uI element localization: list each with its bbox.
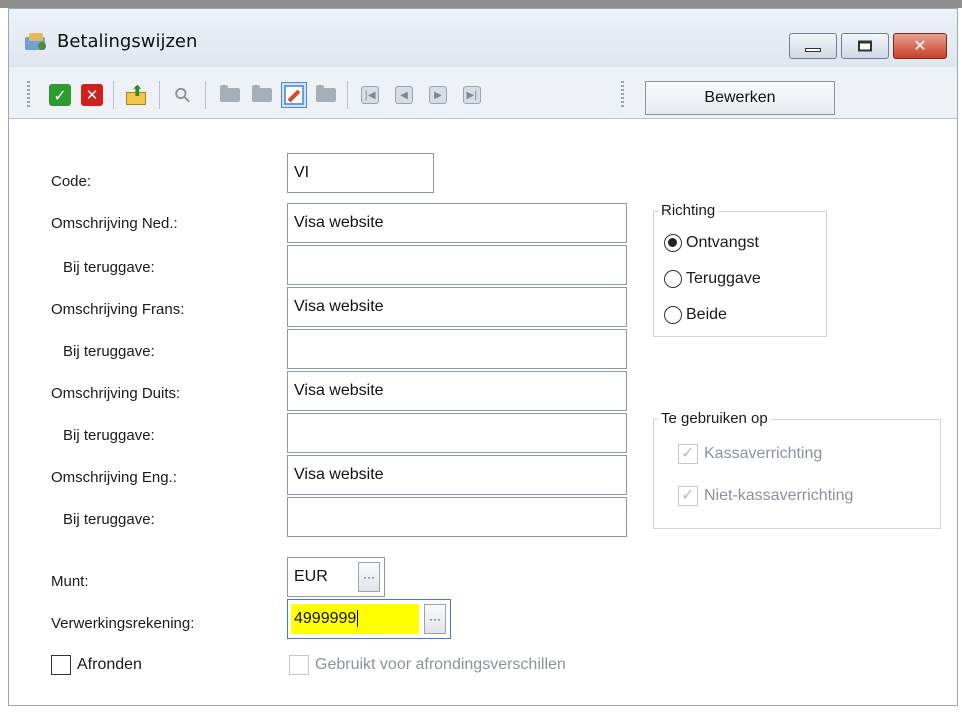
te-gebruiken-title: Te gebruiken op — [658, 410, 771, 427]
radio-teruggave-label: Teruggave — [686, 270, 761, 287]
frans-teruggave-label: Bij teruggave: — [63, 343, 155, 360]
prev-icon: ◀ — [395, 86, 413, 104]
betalingswijzen-window: Betalingswijzen ✕ ✓ ✕ ⬆ ⚲ |◀ ◀ ▶ ▶| Bewe… — [8, 8, 958, 706]
close-icon: ✕ — [913, 36, 927, 55]
niet-kassaverrichting-label: Niet-kassaverrichting — [704, 487, 854, 504]
folder-icon — [220, 85, 240, 102]
radio-ontvangst[interactable]: Ontvangst — [664, 234, 759, 252]
code-label: Code: — [51, 173, 92, 190]
kassaverrichting-checkbox[interactable]: Kassaverrichting — [678, 443, 823, 464]
munt-input[interactable]: EUR ··· — [287, 557, 385, 597]
first-icon: |◀ — [361, 86, 379, 104]
verwerkingsrekening-lookup-button[interactable]: ··· — [424, 604, 446, 634]
radio-ontvangst-circle — [664, 234, 682, 252]
toolbar-separator — [205, 81, 206, 109]
maximize-icon — [858, 40, 872, 52]
te-gebruiken-group: Te gebruiken op Kassaverrichting Niet-ka… — [653, 410, 941, 529]
prev-record-button[interactable]: ◀ — [391, 82, 417, 108]
munt-value: EUR — [294, 568, 328, 585]
duits-teruggave-label: Bij teruggave: — [63, 427, 155, 444]
ned-teruggave-label: Bij teruggave: — [63, 259, 155, 276]
cancel-button[interactable]: ✕ — [79, 82, 105, 108]
afronden-label: Afronden — [77, 656, 142, 673]
afronden-checkbox[interactable]: Afronden — [51, 655, 142, 675]
omschrijving-ned-input[interactable]: Visa website — [287, 203, 627, 243]
toolbar-grip[interactable] — [621, 81, 624, 109]
cancel-icon: ✕ — [81, 84, 103, 106]
omschrijving-frans-input[interactable]: Visa website — [287, 287, 627, 327]
frans-teruggave-input[interactable] — [287, 329, 627, 369]
omschrijving-ned-label: Omschrijving Ned.: — [51, 215, 178, 232]
minimize-button[interactable] — [789, 33, 837, 59]
copy-folder-icon — [252, 85, 272, 102]
title-bar[interactable]: Betalingswijzen ✕ — [9, 9, 957, 67]
toolbar-separator — [347, 81, 348, 109]
copy-button[interactable] — [249, 82, 275, 108]
edit-icon — [284, 85, 304, 105]
kassaverrichting-label: Kassaverrichting — [704, 445, 823, 462]
close-button[interactable]: ✕ — [893, 33, 947, 59]
radio-teruggave-circle — [664, 270, 682, 288]
omschrijving-eng-input[interactable]: Visa website — [287, 455, 627, 495]
edit-button[interactable] — [281, 82, 307, 108]
richting-group: Richting Ontvangst Teruggave Beide — [653, 202, 827, 337]
verwerkingsrekening-input[interactable]: 4999999 ··· — [287, 599, 451, 639]
eng-teruggave-input[interactable] — [287, 497, 627, 537]
omschrijving-duits-input[interactable]: Visa website — [287, 371, 627, 411]
text-cursor — [357, 610, 363, 627]
eng-teruggave-label: Bij teruggave: — [63, 511, 155, 528]
search-button[interactable]: ⚲ — [168, 81, 196, 109]
last-record-button[interactable]: ▶| — [459, 82, 485, 108]
folder-closed-icon — [316, 85, 336, 102]
niet-kassaverrichting-box — [678, 485, 698, 506]
code-input[interactable]: VI — [287, 153, 434, 193]
next-record-button[interactable]: ▶ — [425, 82, 451, 108]
radio-beide-label: Beide — [686, 306, 727, 323]
mode-button[interactable]: Bewerken — [645, 81, 835, 115]
afronden-box — [51, 655, 71, 675]
open-button[interactable] — [217, 82, 243, 108]
radio-ontvangst-label: Ontvangst — [686, 234, 759, 251]
toolbar-separator — [113, 81, 114, 109]
niet-kassaverrichting-checkbox[interactable]: Niet-kassaverrichting — [678, 485, 854, 506]
radio-teruggave[interactable]: Teruggave — [664, 270, 761, 288]
minimize-icon — [805, 48, 821, 52]
omschrijving-frans-label: Omschrijving Frans: — [51, 301, 185, 318]
last-icon: ▶| — [463, 86, 481, 104]
afrondingsverschillen-label: Gebruikt voor afrondingsverschillen — [315, 656, 566, 673]
verwerkingsrekening-label: Verwerkingsrekening: — [51, 615, 195, 632]
afrondingsverschillen-box — [289, 655, 309, 675]
maximize-button[interactable] — [841, 33, 889, 59]
duits-teruggave-input[interactable] — [287, 413, 627, 453]
confirm-button[interactable]: ✓ — [47, 82, 73, 108]
radio-beide-circle — [664, 306, 682, 324]
omschrijving-duits-label: Omschrijving Duits: — [51, 385, 181, 402]
ned-teruggave-input[interactable] — [287, 245, 627, 285]
app-icon — [25, 33, 46, 50]
export-icon: ⬆ — [125, 82, 147, 106]
toolbar-separator — [159, 81, 160, 109]
radio-beide[interactable]: Beide — [664, 306, 727, 324]
window-title: Betalingswijzen — [57, 31, 198, 52]
search-icon: ⚲ — [168, 81, 196, 109]
next-icon: ▶ — [429, 86, 447, 104]
top-band — [0, 0, 962, 8]
check-icon: ✓ — [49, 84, 71, 106]
toolbar-grip[interactable] — [27, 81, 30, 109]
richting-title: Richting — [658, 202, 719, 219]
munt-lookup-button[interactable]: ··· — [358, 562, 380, 592]
omschrijving-eng-label: Omschrijving Eng.: — [51, 469, 177, 486]
export-button[interactable]: ⬆ — [123, 82, 149, 108]
close-record-button[interactable] — [313, 82, 339, 108]
afrondingsverschillen-checkbox[interactable]: Gebruikt voor afrondingsverschillen — [289, 655, 566, 675]
munt-label: Munt: — [51, 573, 89, 590]
verwerkingsrekening-value: 4999999 — [294, 610, 357, 627]
kassaverrichting-box — [678, 443, 698, 464]
first-record-button[interactable]: |◀ — [357, 82, 383, 108]
